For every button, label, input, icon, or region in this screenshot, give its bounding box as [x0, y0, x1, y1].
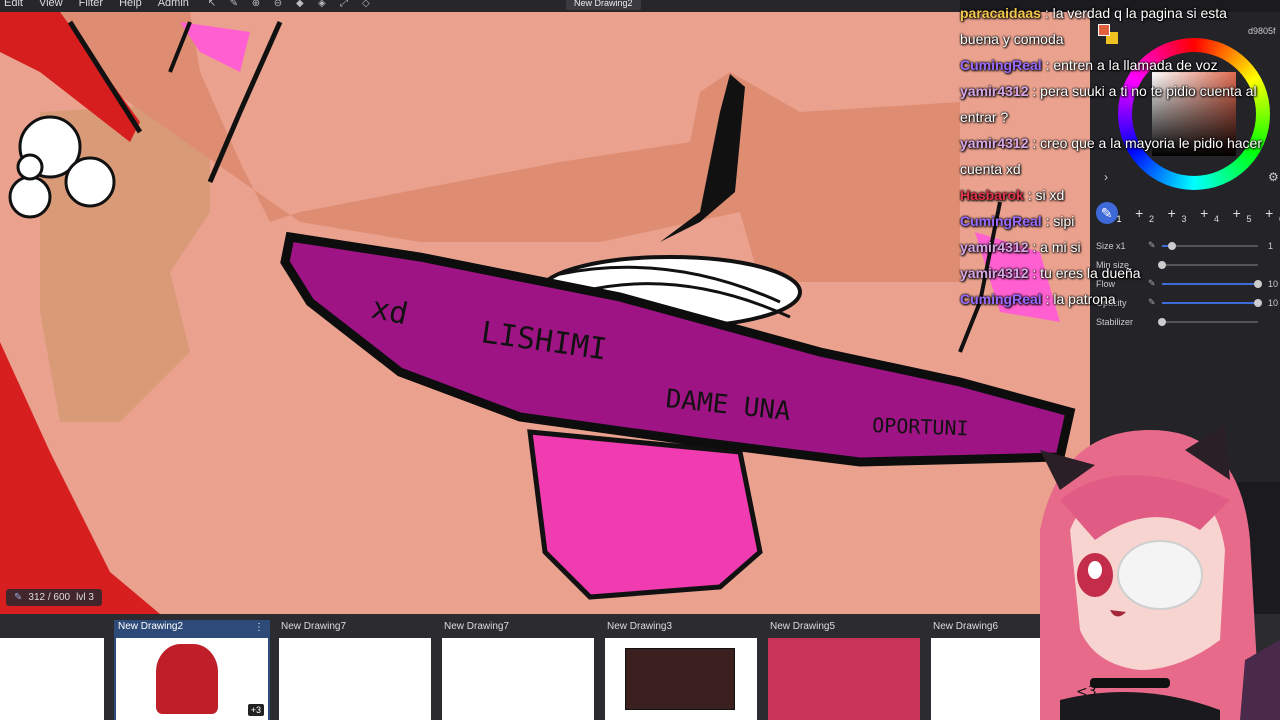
thumbnail-title: New Drawing5 [770, 621, 836, 632]
document-tab[interactable]: New Drawing2 [566, 0, 641, 10]
chat-username: yamir4312 [960, 83, 1029, 99]
streamer-avatar: <3 [1040, 425, 1280, 720]
menu-edit[interactable]: Edit [0, 0, 35, 9]
zoom-in-icon[interactable]: ⊕ [245, 0, 267, 9]
chat-text: : sipi [1041, 213, 1075, 229]
extra-count-badge: +3 [247, 704, 264, 716]
chat-text: : entren a la llamada de voz [1041, 57, 1218, 73]
thumbnail-title: New Drawing2 [118, 621, 184, 632]
menu-filter[interactable]: Filter [75, 0, 115, 9]
chat-username: CumingReal [960, 213, 1042, 229]
chat-username: yamir4312 [960, 265, 1029, 281]
drawing-thumbnail[interactable]: New Drawing5 [766, 620, 922, 720]
thumbnail-preview [0, 638, 104, 720]
stream-chat: paracaidaas : la verdad q la pagina si e… [956, 0, 1276, 330]
thumbnail-title: New Drawing3 [607, 621, 673, 632]
stroke-count: 312 / 600 [28, 592, 71, 603]
chat-username: CumingReal [960, 291, 1042, 307]
chat-username: CumingReal [960, 57, 1042, 73]
menu-view[interactable]: View [35, 0, 75, 9]
thumbnail-preview [605, 638, 757, 720]
more-options-icon[interactable]: ⋮ [254, 622, 264, 633]
app-root: Edit View Filter Help Admin ↖ ✎ ⊕ ⊖ ◆ ◈ … [0, 0, 1280, 720]
chat-message: yamir4312 : pera suuki a ti no te pidio … [956, 78, 1268, 130]
chat-message: Hasbarok : si xd [956, 182, 1268, 208]
chat-text: : a mi si [1028, 239, 1081, 255]
primary-color-swatch[interactable] [1098, 24, 1110, 36]
thumbnail-inner-image [625, 648, 735, 710]
drawing-thumbnail[interactable]: New Drawing7 [277, 620, 433, 720]
menu-admin[interactable]: Admin [154, 0, 201, 9]
chat-message: yamir4312 : tu eres la dueña [956, 260, 1268, 286]
thumbnail-preview [279, 638, 431, 720]
eraser-icon[interactable]: ◈ [311, 0, 333, 9]
zoom-out-icon[interactable]: ⊖ [267, 0, 289, 9]
top-menu-bar: Edit View Filter Help Admin ↖ ✎ ⊕ ⊖ ◆ ◈ … [0, 0, 960, 12]
chat-text: : la patrona [1041, 291, 1116, 307]
pen-icon[interactable]: ✎ [223, 0, 245, 9]
thumbnail-sketch [156, 644, 218, 714]
move-icon[interactable]: ⤢ [333, 0, 355, 9]
thumbnail-title: New Drawing7 [281, 621, 347, 632]
thumbnail-preview [768, 638, 920, 720]
drawing-thumbnail[interactable]: New Drawing7 [440, 620, 596, 720]
thumbnail-preview [116, 638, 268, 720]
brush-count-icon: ✎ [14, 592, 23, 603]
chat-text: : si xd [1023, 187, 1065, 203]
chat-message: paracaidaas : la verdad q la pagina si e… [956, 0, 1268, 52]
stroke-counter: ✎ 312 / 600 lvl 3 [6, 589, 102, 606]
chat-message: CumingReal : entren a la llamada de voz [956, 52, 1268, 78]
menu-help[interactable]: Help [115, 0, 154, 9]
chat-text: : tu eres la dueña [1028, 265, 1141, 281]
drawing-thumbnail[interactable]: New Drawing2 ⋮ +3 [114, 620, 270, 720]
chat-message: CumingReal : sipi [956, 208, 1268, 234]
drawing-thumbnail[interactable]: New Drawing3 [603, 620, 759, 720]
drawing-thumbnail[interactable] [0, 620, 106, 720]
thumbnail-title [0, 620, 106, 638]
hex-color-value[interactable]: d9805f [1248, 26, 1276, 36]
chat-username: yamir4312 [960, 239, 1029, 255]
drawing-canvas[interactable]: xd LISHIMI DAME UNA OPORTUNI ✎ 312 / 600… [0, 12, 1090, 614]
lettering-xd: xd [368, 291, 411, 333]
pointer-icon[interactable]: ↖ [201, 0, 223, 9]
chat-message: yamir4312 : a mi si [956, 234, 1268, 260]
chat-message: CumingReal : la patrona [956, 286, 1268, 312]
avatar-caption: <3 [1076, 684, 1097, 700]
canvas-artwork: xd LISHIMI DAME UNA OPORTUNI [0, 12, 1090, 614]
transform-icon[interactable]: ◇ [355, 0, 377, 9]
thumbnail-preview [442, 638, 594, 720]
lettering-line3: OPORTUNI [872, 413, 969, 440]
chat-username: yamir4312 [960, 135, 1029, 151]
chat-username: Hasbarok [960, 187, 1024, 203]
thumbnail-title: New Drawing7 [444, 621, 510, 632]
chat-username: paracaidaas [960, 5, 1041, 21]
chat-message: yamir4312 : creo que a la mayoria le pid… [956, 130, 1268, 182]
stroke-level: lvl 3 [76, 592, 94, 603]
fill-icon[interactable]: ◆ [289, 0, 311, 9]
